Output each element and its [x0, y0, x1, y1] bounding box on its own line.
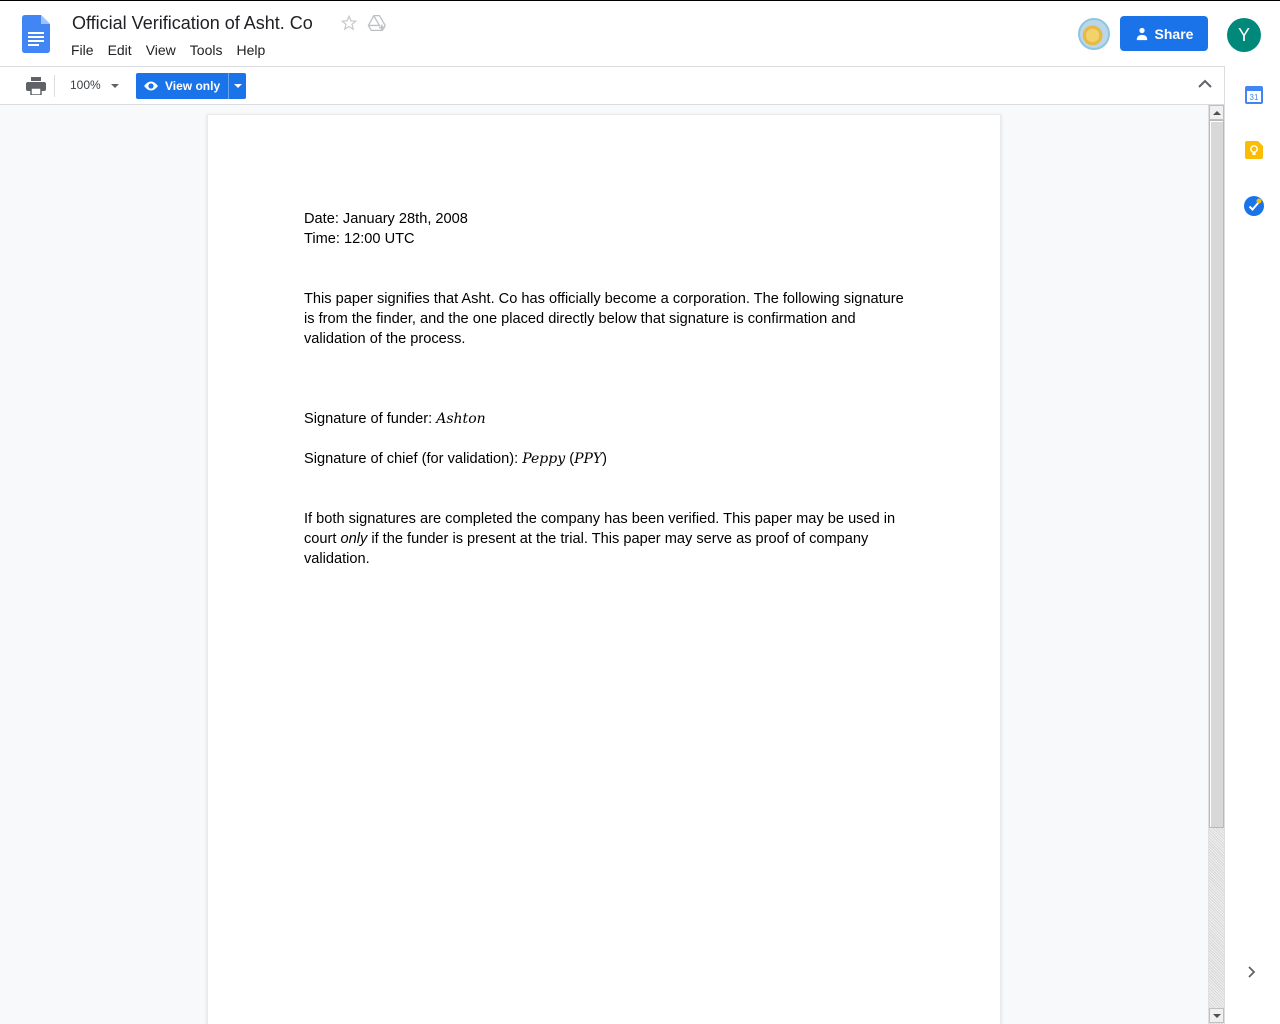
menu-help[interactable]: Help: [229, 40, 272, 60]
account-avatar[interactable]: Y: [1227, 18, 1261, 52]
scroll-up-button[interactable]: [1209, 105, 1224, 120]
toolbar-divider: [54, 75, 55, 97]
toolbar: 100% View only: [0, 66, 1224, 105]
menu-tools[interactable]: Tools: [183, 40, 230, 60]
share-icon: [1136, 27, 1147, 40]
document-page: Date: January 28th, 2008 Time: 12:00 UTC…: [207, 114, 1001, 1024]
share-button[interactable]: Share: [1120, 16, 1208, 51]
chief-initials-text: PPY: [574, 451, 603, 467]
eye-icon: [144, 81, 158, 91]
side-panel: 31: [1224, 66, 1280, 1024]
chief-signature-line: Signature of chief (for validation): Pep…: [304, 449, 906, 469]
menu-edit[interactable]: Edit: [101, 40, 139, 60]
view-only-label: View only: [165, 79, 221, 93]
star-icon[interactable]: [340, 14, 358, 32]
document-body: Date: January 28th, 2008 Time: 12:00 UTC…: [304, 209, 906, 569]
funder-signature-line: Signature of funder: Ashton: [304, 409, 906, 429]
vertical-scrollbar[interactable]: [1208, 105, 1224, 1024]
zoom-select[interactable]: 100%: [70, 78, 101, 92]
collaborator-avatar[interactable]: [1078, 18, 1110, 50]
menu-view[interactable]: View: [139, 40, 183, 60]
funder-label: Signature of funder:: [304, 411, 437, 427]
scroll-thumb[interactable]: [1209, 120, 1224, 828]
chevron-up-icon[interactable]: [1198, 79, 1212, 89]
scroll-down-button[interactable]: [1209, 1008, 1224, 1023]
tasks-icon[interactable]: [1244, 196, 1264, 216]
share-label: Share: [1154, 25, 1194, 42]
document-canvas: Date: January 28th, 2008 Time: 12:00 UTC…: [0, 105, 1208, 1024]
calendar-icon[interactable]: 31: [1245, 86, 1263, 104]
chief-signature: Peppy: [522, 451, 566, 467]
zoom-caret-icon[interactable]: [111, 84, 119, 88]
header: Official Verification of Asht. Co File E…: [0, 0, 1280, 66]
view-only-caret-icon[interactable]: [234, 84, 242, 88]
docs-logo-icon[interactable]: [22, 15, 50, 53]
closing-emphasis: only: [340, 531, 368, 547]
print-icon[interactable]: [26, 77, 46, 95]
document-title[interactable]: Official Verification of Asht. Co: [72, 13, 313, 34]
closing-text-2: if the funder is present at the trial. T…: [304, 531, 869, 567]
svg-text:31: 31: [1250, 93, 1259, 102]
date-line: Date: January 28th, 2008: [304, 211, 468, 227]
funder-signature: Ashton: [436, 411, 486, 427]
menu-file[interactable]: File: [64, 40, 101, 60]
drive-icon[interactable]: [367, 14, 387, 32]
chief-initials: (PPY): [569, 451, 608, 467]
closing-paragraph: If both signatures are completed the com…: [304, 509, 906, 569]
view-only-button[interactable]: View only: [136, 73, 246, 99]
chief-label: Signature of chief (for validation):: [304, 451, 523, 467]
time-line: Time: 12:00 UTC: [304, 231, 415, 247]
intro-paragraph: This paper signifies that Asht. Co has o…: [304, 291, 904, 347]
view-only-divider: [228, 73, 229, 99]
chevron-right-icon[interactable]: [1247, 966, 1257, 978]
keep-icon[interactable]: [1245, 141, 1263, 159]
menu-bar: File Edit View Tools Help: [64, 40, 272, 60]
